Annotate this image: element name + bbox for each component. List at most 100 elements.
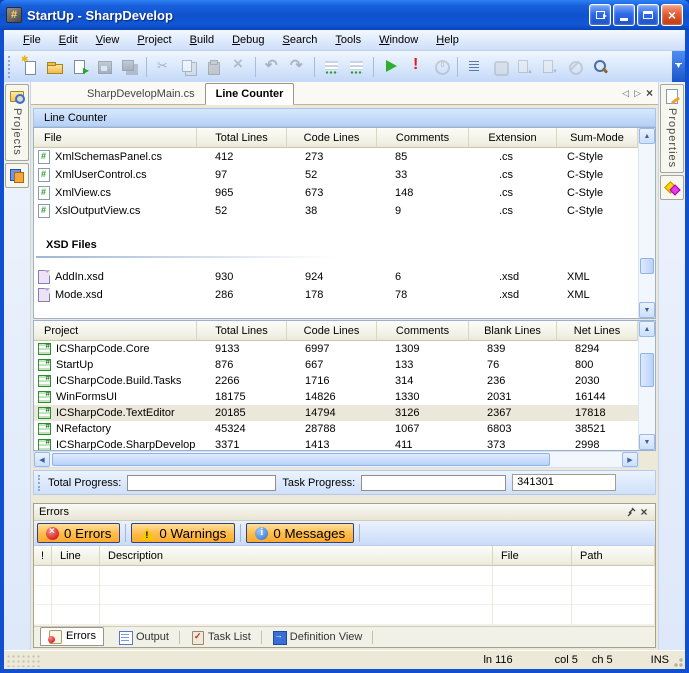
tab-line-counter[interactable]: Line Counter [205, 83, 295, 105]
comment-region-icon[interactable] [319, 54, 344, 79]
maximize-button[interactable] [637, 4, 659, 26]
column-header-total-lines[interactable]: Total Lines [197, 321, 287, 341]
bottom-tab[interactable]: Definition View [265, 629, 370, 646]
save-icon[interactable] [92, 54, 117, 79]
column-header-description[interactable]: Description [100, 546, 493, 566]
profile-icon[interactable] [428, 54, 453, 79]
files-table-vertical-scrollbar[interactable]: ▲ ▼ [638, 128, 655, 318]
minimize-button[interactable] [613, 4, 635, 26]
sidebar-tab-projects[interactable]: Projects [5, 84, 29, 161]
tab-scroll-left-icon[interactable]: ◁ [622, 88, 629, 99]
bottom-tab[interactable]: Task List [183, 629, 258, 646]
column-header-line[interactable]: Line [52, 546, 100, 566]
cut-icon[interactable] [151, 54, 176, 79]
projects-table-vertical-scrollbar[interactable]: ▲ ▼ [638, 321, 655, 450]
scrollbar-thumb[interactable] [640, 258, 654, 274]
next-bookmark-icon[interactable] [537, 54, 562, 79]
AddIn.xsd[interactable]: AddIn.xsd 930 924 6 .xsd XML [34, 268, 638, 286]
XmlUserControl.cs[interactable]: XmlUserControl.cs 97 52 33 .cs C-Style [34, 166, 638, 184]
column-header-file[interactable]: File [493, 546, 572, 566]
progress-grip[interactable] [38, 475, 42, 491]
projects-table-horizontal-scrollbar[interactable]: ◀ ▶ [33, 451, 639, 468]
StartUp[interactable]: StartUp 876 667 133 76 800 [34, 357, 638, 373]
save-all-icon[interactable] [117, 54, 142, 79]
menu-view[interactable]: View [87, 31, 129, 49]
ICSharpCode.TextEditor[interactable]: ICSharpCode.TextEditor 20185 14794 3126 … [34, 405, 638, 421]
sidebar-tab-classes[interactable] [5, 163, 29, 188]
toolbar-overflow-button[interactable]: ▼ [672, 51, 685, 82]
format-lines-icon[interactable] [462, 54, 487, 79]
resize-grip[interactable] [671, 655, 684, 668]
column-header-sum-mode[interactable]: Sum-Mode [557, 128, 638, 148]
close-button[interactable]: × [661, 4, 683, 26]
undo-icon[interactable] [260, 54, 285, 79]
sidebar-tab-toolbox[interactable] [660, 175, 684, 200]
WinFormsUI[interactable]: WinFormsUI 18175 14826 1330 2031 16144 [34, 389, 638, 405]
copy-icon[interactable] [176, 54, 201, 79]
menu-search[interactable]: Search [274, 31, 327, 49]
XmlSchemasPanel.cs[interactable]: XmlSchemasPanel.cs 412 273 85 .cs C-Styl… [34, 148, 638, 166]
column-header-project[interactable]: Project [34, 321, 197, 341]
Mode.xsd[interactable]: Mode.xsd 286 178 78 .xsd XML [34, 286, 638, 304]
scrollbar-thumb[interactable] [52, 453, 550, 466]
scroll-left-icon[interactable]: ◀ [34, 452, 50, 467]
XmlView.cs[interactable]: XmlView.cs 965 673 148 .cs C-Style [34, 184, 638, 202]
column-header-code-lines[interactable]: Code Lines [287, 321, 377, 341]
scroll-down-icon[interactable]: ▼ [639, 302, 655, 318]
previous-bookmark-icon[interactable] [512, 54, 537, 79]
column-header-net-lines[interactable]: Net Lines [557, 321, 638, 341]
column-header-code-lines[interactable]: Code Lines [287, 128, 377, 148]
open-file-icon[interactable] [42, 54, 67, 79]
scroll-up-icon[interactable]: ▲ [639, 321, 655, 337]
column-header-severity[interactable]: ! [34, 546, 52, 566]
filter-button[interactable]: 0 Warnings [131, 523, 235, 543]
menu-tools[interactable]: Tools [326, 31, 370, 49]
ICSharpCode.SharpDevelop[interactable]: ICSharpCode.SharpDevelop 3371 1413 411 3… [34, 437, 638, 450]
paste-icon[interactable] [201, 54, 226, 79]
float-window-button[interactable] [589, 4, 611, 26]
bottom-tab[interactable]: Output [111, 629, 176, 646]
clear-bookmarks-icon[interactable] [562, 54, 587, 79]
scrollbar-thumb[interactable] [640, 353, 654, 387]
tab-sharpdevelopmain-cs[interactable]: SharpDevelopMain.cs [77, 84, 205, 104]
column-header-file[interactable]: File [34, 128, 197, 148]
run-icon[interactable] [378, 54, 403, 79]
XslOutputView.cs[interactable]: XslOutputView.cs 52 38 9 .cs C-Style [34, 202, 638, 220]
column-header-comments[interactable]: Comments [377, 128, 469, 148]
filter-button[interactable]: 0 Errors [37, 523, 120, 543]
filter-button[interactable]: 0 Messages [246, 523, 354, 543]
bottom-tab[interactable]: Errors [40, 627, 104, 646]
NRefactory[interactable]: NRefactory 45324 28788 1067 6803 38521 [34, 421, 638, 437]
column-header-path[interactable]: Path [572, 546, 655, 566]
column-header-comments[interactable]: Comments [377, 321, 469, 341]
menu-file[interactable]: File [14, 31, 50, 49]
toolbar-grip[interactable] [8, 56, 13, 78]
redo-icon[interactable] [285, 54, 310, 79]
menu-debug[interactable]: Debug [223, 31, 273, 49]
scroll-down-icon[interactable]: ▼ [639, 434, 655, 450]
tab-close-icon[interactable]: × [646, 86, 653, 100]
menu-help[interactable]: Help [427, 31, 468, 49]
region-icon[interactable] [487, 54, 512, 79]
search-icon[interactable] [587, 54, 612, 79]
column-header-total-lines[interactable]: Total Lines [197, 128, 287, 148]
tab-scroll-right-icon[interactable]: ▷ [634, 88, 641, 99]
open-document-icon[interactable] [67, 54, 92, 79]
menu-build[interactable]: Build [181, 31, 223, 49]
ICSharpCode.Build.Tasks[interactable]: ICSharpCode.Build.Tasks 2266 1716 314 23… [34, 373, 638, 389]
title-bar[interactable]: # StartUp - SharpDevelop × [0, 0, 689, 30]
column-header-extension[interactable]: Extension [469, 128, 557, 148]
column-header-blank-lines[interactable]: Blank Lines [469, 321, 557, 341]
sidebar-tab-properties[interactable]: Properties [660, 84, 684, 173]
stop-build-icon[interactable] [403, 54, 428, 79]
ICSharpCode.Core[interactable]: ICSharpCode.Core 9133 6997 1309 839 8294 [34, 341, 638, 357]
scroll-right-icon[interactable]: ▶ [622, 452, 638, 467]
uncomment-region-icon[interactable] [344, 54, 369, 79]
new-file-icon[interactable] [17, 54, 42, 79]
pin-icon[interactable] [623, 505, 637, 519]
delete-icon[interactable] [226, 54, 251, 79]
menu-edit[interactable]: Edit [50, 31, 87, 49]
menu-project[interactable]: Project [128, 31, 180, 49]
menu-window[interactable]: Window [370, 31, 427, 49]
errors-close-icon[interactable]: × [637, 505, 651, 519]
